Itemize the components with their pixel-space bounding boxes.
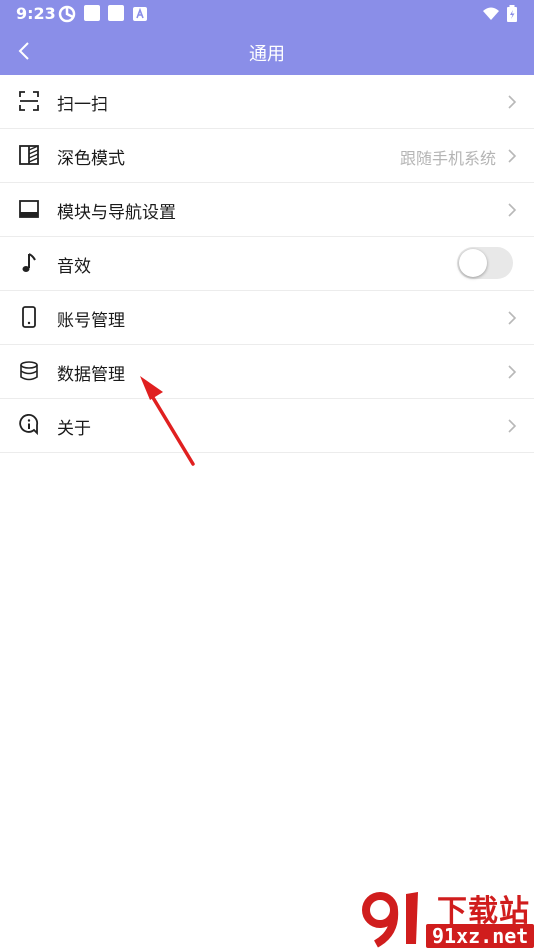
settings-item-sound: 音效: [0, 237, 534, 291]
scan-icon: [19, 91, 39, 111]
phone-icon: [22, 306, 36, 328]
settings-item-label: 关于: [57, 419, 91, 439]
notification-square-icon: [108, 5, 124, 21]
chevron-right-icon: [508, 365, 517, 379]
toggle-knob: [459, 249, 487, 277]
title-bar: 通用: [0, 28, 534, 75]
settings-item-module-navigation[interactable]: 模块与导航设置: [0, 183, 534, 237]
settings-item-account[interactable]: 账号管理: [0, 291, 534, 345]
chevron-right-icon: [508, 149, 517, 163]
chevron-right-icon: [508, 419, 517, 433]
chevron-right-icon: [508, 311, 517, 325]
chevron-right-icon: [508, 203, 517, 217]
settings-item-about[interactable]: 关于: [0, 399, 534, 453]
battery-icon: [507, 5, 517, 22]
music-note-icon: [22, 253, 36, 272]
settings-item-dark-mode[interactable]: 深色模式 跟随手机系统: [0, 129, 534, 183]
watermark: 下载站 91xz.net: [362, 884, 534, 950]
wifi-icon: [483, 7, 499, 20]
info-icon: [19, 414, 39, 436]
settings-item-label: 数据管理: [57, 365, 125, 385]
top-bar: 9:23 通用: [0, 0, 534, 75]
settings-list: 扫一扫 深色模式 跟随手机系统 模块与导航设置 音效 账号管理 数据管理 关于: [0, 75, 534, 453]
sound-toggle[interactable]: [457, 247, 513, 279]
watermark-logo-icon: [362, 892, 418, 948]
settings-item-label: 账号管理: [57, 311, 125, 331]
settings-item-data[interactable]: 数据管理: [0, 345, 534, 399]
database-icon: [20, 361, 38, 381]
annotation-arrow: [140, 376, 195, 466]
settings-item-label: 深色模式: [57, 149, 125, 169]
notification-square-icon: [84, 5, 100, 21]
status-bar: 9:23: [0, 0, 534, 28]
settings-item-label: 音效: [57, 257, 91, 277]
settings-item-scan[interactable]: 扫一扫: [0, 75, 534, 129]
page-title: 通用: [249, 44, 285, 65]
status-time: 9:23: [16, 4, 56, 23]
app-notification-icon: [58, 5, 76, 23]
chevron-right-icon: [508, 95, 517, 109]
settings-item-label: 模块与导航设置: [57, 203, 176, 223]
dark-mode-icon: [19, 145, 39, 165]
watermark-url: 91xz.net: [426, 924, 534, 948]
dark-mode-value: 跟随手机系统: [399, 149, 496, 168]
module-layout-icon: [19, 200, 39, 218]
settings-item-label: 扫一扫: [57, 95, 108, 115]
font-notification-icon: [133, 7, 147, 21]
